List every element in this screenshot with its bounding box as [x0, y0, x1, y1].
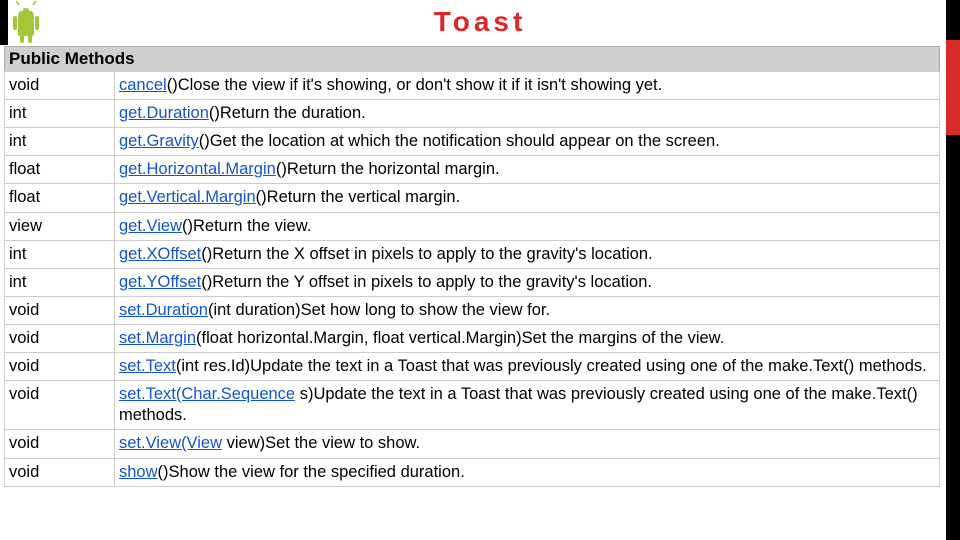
- method-signature: (): [256, 188, 267, 206]
- table-row: floatget.Horizontal.Margin()Return the h…: [5, 156, 940, 184]
- method-signature: (): [199, 132, 210, 150]
- method-signature: (): [201, 273, 212, 291]
- method-link[interactable]: get.Vertical.Margin: [119, 188, 256, 206]
- right-accent: [946, 40, 960, 135]
- method-cell: get.Horizontal.Margin()Return the horizo…: [115, 156, 940, 184]
- methods-table: Public Methods voidcancel()Close the vie…: [4, 46, 940, 487]
- method-description: Return the X offset in pixels to apply t…: [212, 245, 652, 263]
- table-row: floatget.Vertical.Margin()Return the ver…: [5, 184, 940, 212]
- method-signature: (): [158, 463, 169, 481]
- param-type-link[interactable]: (Char.Sequence: [176, 385, 295, 403]
- method-link[interactable]: set.Margin: [119, 329, 196, 347]
- method-link[interactable]: set.Text: [119, 357, 176, 375]
- method-link[interactable]: cancel: [119, 76, 167, 94]
- method-description: Show the view for the specified duration…: [169, 463, 465, 481]
- method-signature: (float horizontal.Margin, float vertical…: [196, 329, 522, 347]
- method-description: Return the horizontal margin.: [287, 160, 500, 178]
- table-row: viewget.View()Return the view.: [5, 212, 940, 240]
- method-signature: (int duration): [208, 301, 301, 319]
- table-row: voidset.Margin(float horizontal.Margin, …: [5, 324, 940, 352]
- return-type: void: [5, 353, 115, 381]
- method-description: Set the view to show.: [265, 434, 420, 452]
- table-row: voidset.View(View view)Set the view to s…: [5, 430, 940, 458]
- method-description: Get the location at which the notificati…: [210, 132, 720, 150]
- method-signature: (): [167, 76, 178, 94]
- method-description: Close the view if it's showing, or don't…: [178, 76, 663, 94]
- method-description: Set how long to show the view for.: [301, 301, 550, 319]
- return-type: void: [5, 458, 115, 486]
- method-link[interactable]: get.YOffset: [119, 273, 201, 291]
- page-title: Toast: [0, 0, 960, 48]
- method-cell: set.Text(int res.Id)Update the text in a…: [115, 353, 940, 381]
- return-type: int: [5, 268, 115, 296]
- method-cell: set.Duration(int duration)Set how long t…: [115, 296, 940, 324]
- method-signature: (): [276, 160, 287, 178]
- method-signature: (): [201, 245, 212, 263]
- param-type-link[interactable]: (View: [181, 434, 222, 452]
- return-type: void: [5, 296, 115, 324]
- return-type: void: [5, 430, 115, 458]
- method-cell: get.Duration()Return the duration.: [115, 100, 940, 128]
- android-icon: [0, 0, 46, 45]
- method-link[interactable]: set.Duration: [119, 301, 208, 319]
- return-type: void: [5, 72, 115, 100]
- method-link[interactable]: show: [119, 463, 158, 481]
- return-type: void: [5, 381, 115, 430]
- table-row: voidset.Text(Char.Sequence s)Update the …: [5, 381, 940, 430]
- table-row: intget.XOffset()Return the X offset in p…: [5, 240, 940, 268]
- method-cell: set.Text(Char.Sequence s)Update the text…: [115, 381, 940, 430]
- method-link[interactable]: get.Horizontal.Margin: [119, 160, 276, 178]
- method-description: Update the text in a Toast that was prev…: [250, 357, 927, 375]
- param-rest: s): [295, 385, 313, 403]
- method-description: Return the duration.: [220, 104, 366, 122]
- method-link[interactable]: get.View: [119, 217, 182, 235]
- param-rest: view): [222, 434, 265, 452]
- return-type: int: [5, 240, 115, 268]
- method-description: Return the view.: [193, 217, 311, 235]
- method-link[interactable]: get.XOffset: [119, 245, 201, 263]
- method-cell: cancel()Close the view if it's showing, …: [115, 72, 940, 100]
- method-description: Return the Y offset in pixels to apply t…: [212, 273, 652, 291]
- method-link[interactable]: get.Gravity: [119, 132, 199, 150]
- return-type: int: [5, 128, 115, 156]
- table-row: intget.YOffset()Return the Y offset in p…: [5, 268, 940, 296]
- table-row: voidcancel()Close the view if it's showi…: [5, 72, 940, 100]
- method-cell: set.View(View view)Set the view to show.: [115, 430, 940, 458]
- method-cell: show()Show the view for the specified du…: [115, 458, 940, 486]
- return-type: view: [5, 212, 115, 240]
- table-row: intget.Duration()Return the duration.: [5, 100, 940, 128]
- table-row: voidset.Text(int res.Id)Update the text …: [5, 353, 940, 381]
- return-type: void: [5, 324, 115, 352]
- method-cell: get.View()Return the view.: [115, 212, 940, 240]
- method-cell: get.Vertical.Margin()Return the vertical…: [115, 184, 940, 212]
- return-type: int: [5, 100, 115, 128]
- table-row: voidshow()Show the view for the specifie…: [5, 458, 940, 486]
- method-link[interactable]: set.View: [119, 434, 181, 452]
- table-row: intget.Gravity()Get the location at whic…: [5, 128, 940, 156]
- method-signature: (): [182, 217, 193, 235]
- method-signature: (): [209, 104, 220, 122]
- table-row: voidset.Duration(int duration)Set how lo…: [5, 296, 940, 324]
- method-description: Return the vertical margin.: [267, 188, 461, 206]
- method-signature: (int res.Id): [176, 357, 250, 375]
- method-description: Set the margins of the view.: [522, 329, 725, 347]
- section-header: Public Methods: [4, 46, 940, 71]
- method-cell: get.Gravity()Get the location at which t…: [115, 128, 940, 156]
- method-cell: get.YOffset()Return the Y offset in pixe…: [115, 268, 940, 296]
- method-cell: set.Margin(float horizontal.Margin, floa…: [115, 324, 940, 352]
- method-cell: get.XOffset()Return the X offset in pixe…: [115, 240, 940, 268]
- method-link[interactable]: get.Duration: [119, 104, 209, 122]
- return-type: float: [5, 184, 115, 212]
- return-type: float: [5, 156, 115, 184]
- method-link[interactable]: set.Text: [119, 385, 176, 403]
